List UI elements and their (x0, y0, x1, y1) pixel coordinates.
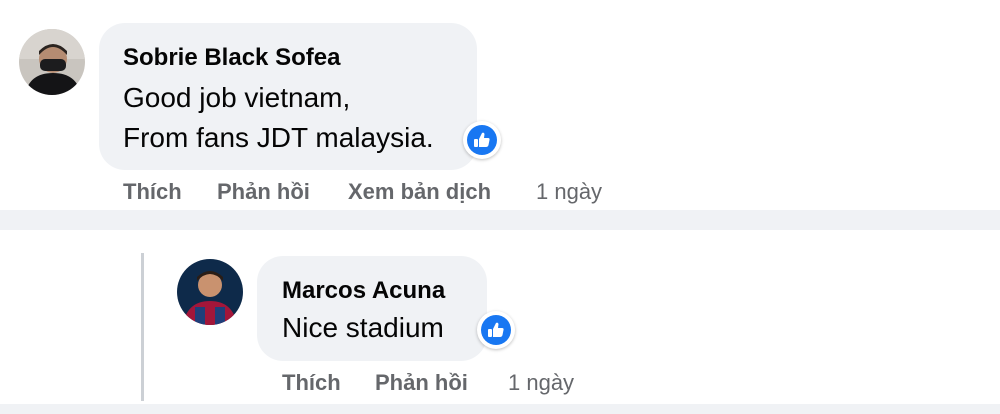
reply-like-button[interactable]: Thích (282, 370, 341, 396)
comment-translate-button[interactable]: Xem bản dịch (348, 179, 491, 205)
comment-like-reaction[interactable] (463, 121, 501, 159)
bottom-divider (0, 404, 1000, 414)
replier-avatar[interactable] (177, 259, 243, 325)
commenter-avatar[interactable] (19, 29, 85, 95)
section-divider (0, 210, 1000, 230)
comment-author-name[interactable]: Sobrie Black Sofea (123, 44, 340, 72)
comments-page: Sobrie Black Sofea Good job vietnam, Fro… (0, 0, 1000, 414)
reply-text: Nice stadium (282, 312, 444, 343)
reply-timestamp[interactable]: 1 ngày (508, 370, 574, 396)
comment-timestamp[interactable]: 1 ngày (536, 179, 602, 205)
like-icon (488, 322, 504, 337)
reply-bubble (257, 256, 487, 361)
comment-reply-button[interactable]: Phản hồi (217, 179, 310, 205)
comment-like-button[interactable]: Thích (123, 179, 182, 205)
comment-text-line-2: From fans JDT malaysia. (123, 122, 434, 153)
reply-thread-line (141, 253, 144, 401)
like-icon (474, 132, 490, 147)
reply-like-reaction[interactable] (477, 311, 515, 349)
reply-reply-button[interactable]: Phản hồi (375, 370, 468, 396)
reply-author-name[interactable]: Marcos Acuna (282, 277, 445, 305)
comment-text-line-1: Good job vietnam, (123, 82, 351, 113)
